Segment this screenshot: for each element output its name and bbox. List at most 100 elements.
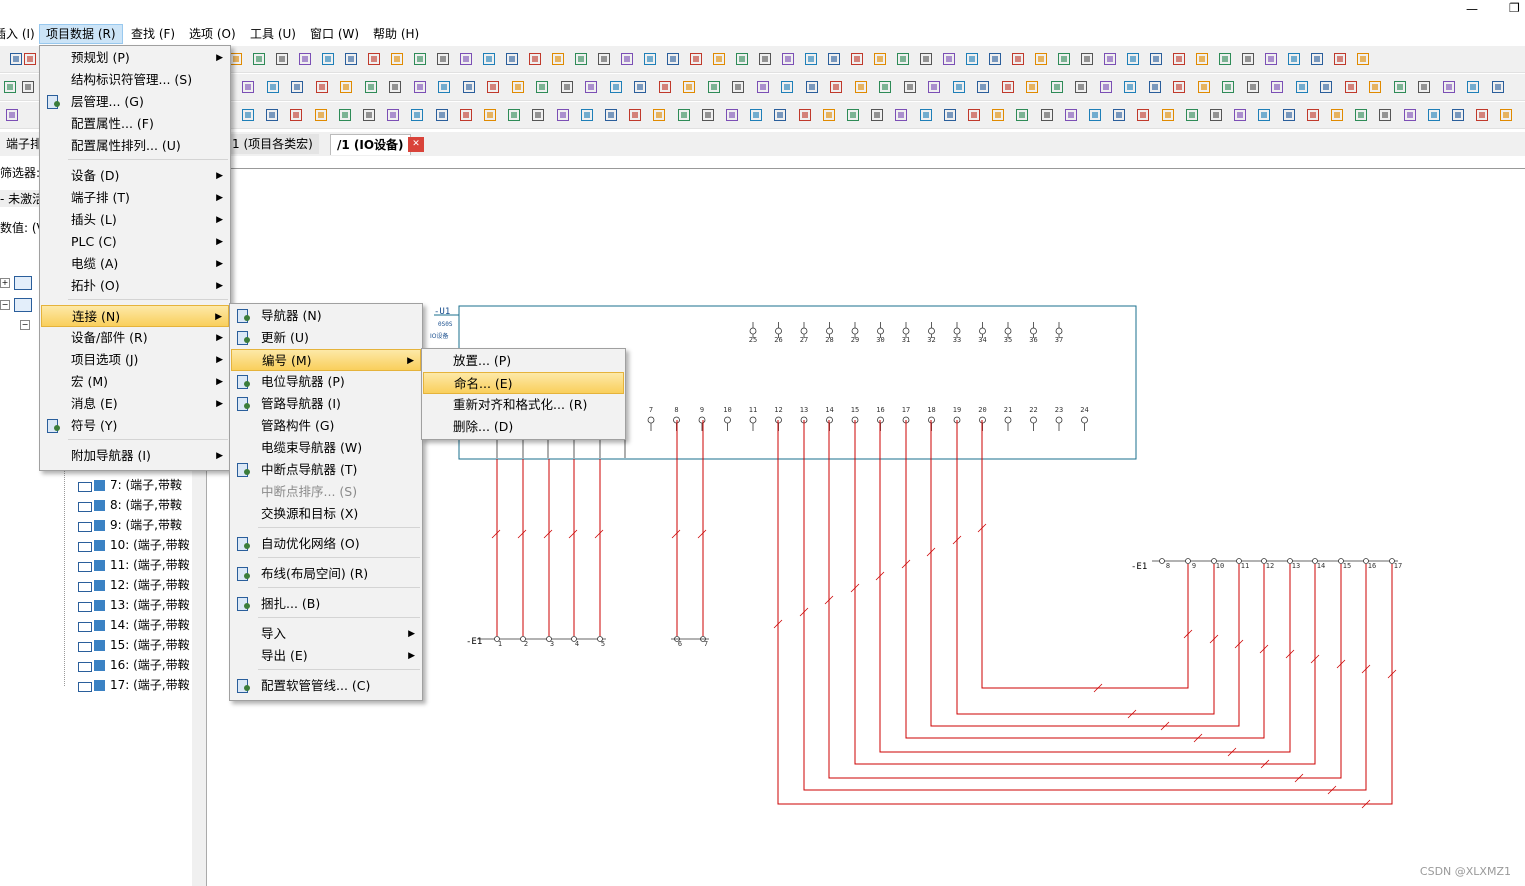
restore-button[interactable]: ❐: [1509, 1, 1520, 15]
toolbar-tool-icon[interactable]: [1102, 51, 1118, 67]
toolbar-tool-icon[interactable]: [608, 79, 624, 95]
toolbar-tool-icon[interactable]: [1056, 51, 1072, 67]
toolbar-tool-icon[interactable]: [530, 107, 546, 123]
tree-terminal-item[interactable]: 9: (端子,带鞍: [78, 516, 182, 534]
toolbar-tool-icon[interactable]: [748, 107, 764, 123]
toolbar-tool-icon[interactable]: [343, 51, 359, 67]
toolbar-tool-icon[interactable]: [755, 79, 771, 95]
toolbar-tool-icon[interactable]: [361, 107, 377, 123]
toolbar-tool-icon[interactable]: [2, 79, 18, 95]
toolbar-tool-icon[interactable]: [1208, 107, 1224, 123]
toolbar-tool-icon[interactable]: [297, 51, 313, 67]
toolbar-tool-icon[interactable]: [550, 51, 566, 67]
toolbar-tool-icon[interactable]: [1014, 107, 1030, 123]
toolbar-tool-icon[interactable]: [619, 51, 635, 67]
toolbar-tool-icon[interactable]: [1232, 107, 1248, 123]
toolbar-tool-icon[interactable]: [1441, 79, 1457, 95]
toolbar-tool-icon[interactable]: [942, 107, 958, 123]
toolbar-tool-icon[interactable]: [1490, 79, 1506, 95]
menu-item[interactable]: 导航器 (N): [231, 305, 421, 327]
toolbar-tool-icon[interactable]: [1049, 79, 1065, 95]
menu-item[interactable]: 电缆束导航器 (W): [231, 437, 421, 459]
toolbar-tool-icon[interactable]: [1402, 107, 1418, 123]
toolbar-tool-icon[interactable]: [387, 79, 403, 95]
toolbar-tool-icon[interactable]: [1353, 107, 1369, 123]
toolbar-tool-icon[interactable]: [485, 79, 501, 95]
toolbar-tool-icon[interactable]: [803, 51, 819, 67]
toolbar-tool-icon[interactable]: [706, 79, 722, 95]
toolbar-tool-icon[interactable]: [1392, 79, 1408, 95]
menu-find[interactable]: 查找 (F): [125, 25, 181, 43]
menu-item[interactable]: 交换源和目标 (X): [231, 503, 421, 525]
toolbar-tool-icon[interactable]: [1286, 51, 1302, 67]
toolbar-tool-icon[interactable]: [363, 79, 379, 95]
menu-item[interactable]: 电缆 (A) ▶: [41, 253, 229, 275]
toolbar-tool-icon[interactable]: [527, 51, 543, 67]
toolbar-tool-icon[interactable]: [869, 107, 885, 123]
toolbar-tool-icon[interactable]: [289, 79, 305, 95]
toolbar-tool-icon[interactable]: [1184, 107, 1200, 123]
toolbar-tool-icon[interactable]: [681, 79, 697, 95]
toolbar-tool-icon[interactable]: [975, 79, 991, 95]
toolbar-tool-icon[interactable]: [264, 107, 280, 123]
toolbar-tool-icon[interactable]: [676, 107, 692, 123]
menu-item[interactable]: 配置软管管线... (C): [231, 675, 421, 697]
toolbar-tool-icon[interactable]: [313, 107, 329, 123]
menu-item[interactable]: 拓扑 (O) ▶: [41, 275, 229, 297]
toolbar-tool-icon[interactable]: [314, 79, 330, 95]
menu-item[interactable]: 配置属性... (F): [41, 113, 229, 135]
toolbar-tool-icon[interactable]: [1269, 79, 1285, 95]
toolbar-tool-icon[interactable]: [1263, 51, 1279, 67]
toolbar-tool-icon[interactable]: [1498, 107, 1514, 123]
toolbar-tool-icon[interactable]: [435, 51, 451, 67]
toolbar-tool-icon[interactable]: [461, 79, 477, 95]
toolbar-tool-icon[interactable]: [1039, 107, 1055, 123]
toolbar-tool-icon[interactable]: [734, 51, 750, 67]
minimize-button[interactable]: —: [1466, 2, 1478, 16]
menu-item[interactable]: 消息 (E) ▶: [41, 393, 229, 415]
menu-item[interactable]: 中断点排序... (S): [231, 481, 421, 503]
toolbar-tool-icon[interactable]: [1171, 51, 1187, 67]
toolbar-tool-icon[interactable]: [1245, 79, 1261, 95]
toolbar-tool-icon[interactable]: [1010, 51, 1026, 67]
toolbar-tool-icon[interactable]: [20, 79, 36, 95]
toolbar-tool-icon[interactable]: [1294, 79, 1310, 95]
menu-item[interactable]: 插头 (L) ▶: [41, 209, 229, 231]
menu-item[interactable]: 配置属性排列... (U): [41, 135, 229, 157]
toolbar-tool-icon[interactable]: [1416, 79, 1432, 95]
toolbar-tool-icon[interactable]: [1033, 51, 1049, 67]
toolbar-tool-icon[interactable]: [849, 51, 865, 67]
toolbar-tool-icon[interactable]: [1220, 79, 1236, 95]
toolbar-tool-icon[interactable]: [1194, 51, 1210, 67]
toolbar-tool-icon[interactable]: [627, 107, 643, 123]
menu-item[interactable]: 层管理... (G): [41, 91, 229, 113]
filter-value[interactable]: - 未激活: [0, 190, 44, 207]
menu-insert[interactable]: 插入 (I): [0, 25, 41, 43]
tab-project-macros[interactable]: 1 (项目各类宏): [226, 134, 319, 154]
toolbar-tool-icon[interactable]: [1098, 79, 1114, 95]
toolbar-tool-icon[interactable]: [1135, 107, 1151, 123]
toolbar-tool-icon[interactable]: [1024, 79, 1040, 95]
menu-item[interactable]: 重新对齐和格式化... (R): [423, 394, 624, 416]
menu-project-data[interactable]: 项目数据 (R): [39, 24, 123, 44]
toolbar-tool-icon[interactable]: [893, 107, 909, 123]
toolbar-tool-icon[interactable]: [1087, 107, 1103, 123]
menu-item[interactable]: 端子排 (T) ▶: [41, 187, 229, 209]
toolbar-tool-icon[interactable]: [274, 51, 290, 67]
menu-item[interactable]: 导入 ▶: [231, 623, 421, 645]
tree-terminal-item[interactable]: 11: (端子,带鞍: [78, 556, 190, 574]
toolbar-tool-icon[interactable]: [510, 79, 526, 95]
tree-terminal-item[interactable]: 15: (端子,带鞍: [78, 636, 190, 654]
toolbar-tool-icon[interactable]: [22, 51, 38, 67]
toolbar-tool-icon[interactable]: [1343, 79, 1359, 95]
toolbar-tool-icon[interactable]: [1465, 79, 1481, 95]
toolbar-tool-icon[interactable]: [1450, 107, 1466, 123]
toolbar-tool-icon[interactable]: [797, 107, 813, 123]
tree-terminal-item[interactable]: 10: (端子,带鞍: [78, 536, 190, 554]
toolbar-tool-icon[interactable]: [1073, 79, 1089, 95]
toolbar-tool-icon[interactable]: [458, 51, 474, 67]
toolbar-tool-icon[interactable]: [240, 79, 256, 95]
toolbar-tool-icon[interactable]: [688, 51, 704, 67]
toolbar-tool-icon[interactable]: [711, 51, 727, 67]
toolbar-tool-icon[interactable]: [632, 79, 648, 95]
